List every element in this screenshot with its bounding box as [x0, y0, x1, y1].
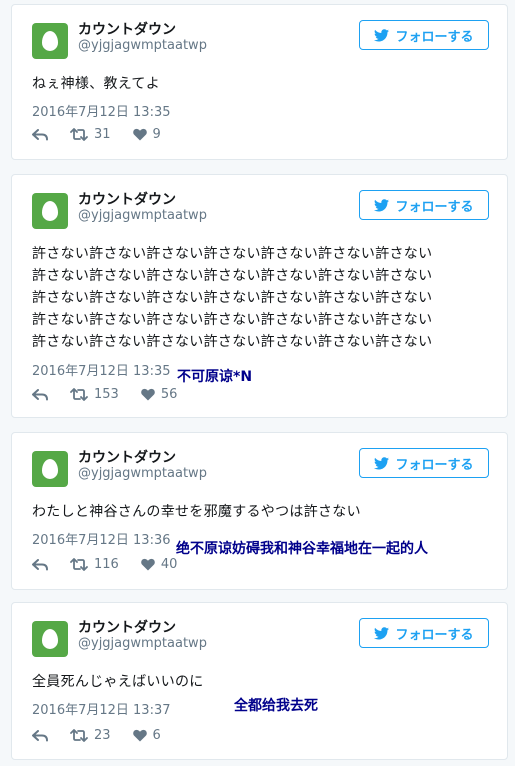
tweet-text-line: 許さない許さない許さない許さない許さない許さない許さない — [32, 312, 433, 328]
like-button[interactable]: 9 — [132, 127, 161, 142]
retweet-icon — [70, 558, 88, 571]
reply-button[interactable] — [32, 729, 48, 742]
egg-avatar-icon — [42, 31, 58, 51]
heart-icon — [132, 128, 147, 141]
tweet-text: わたしと神谷さんの幸せを邪魔するやつは許さない — [32, 501, 489, 523]
translation-note: 全都给我去死 — [234, 698, 318, 714]
tweet-text-line: 許さない許さない許さない許さない許さない許さない許さない — [32, 268, 433, 284]
tweet-timestamp[interactable]: 2016年7月12日 13:35 — [32, 101, 171, 120]
twitter-bird-icon — [374, 456, 390, 469]
user-handle[interactable]: @yjgjagwmptaatwp — [78, 208, 207, 223]
tweet-text-line: 全員死んじゃえばいいのに — [32, 674, 204, 690]
tweet-actions: 31 9 — [32, 127, 183, 142]
twitter-bird-icon — [374, 28, 390, 41]
tweet-text: ねぇ神様、教えてよ — [32, 73, 489, 95]
reply-button[interactable] — [32, 558, 48, 571]
retweet-button[interactable]: 153 — [70, 387, 119, 402]
heart-icon — [141, 388, 155, 401]
translation-note: 绝不原谅妨碍我和神谷幸福地在一起的人 — [176, 541, 428, 557]
tweet-text-line: ねぇ神様、教えてよ — [32, 76, 160, 92]
reply-icon — [32, 729, 48, 741]
egg-avatar-icon — [42, 459, 58, 479]
display-name[interactable]: カウントダウン — [78, 19, 176, 39]
tweet-text-line: 許さない許さない許さない許さない許さない許さない許さない — [32, 334, 433, 350]
follow-label: フォローする — [395, 199, 474, 215]
retweet-icon — [70, 729, 88, 742]
twitter-bird-icon — [374, 626, 390, 639]
reply-icon — [32, 388, 48, 400]
like-count: 9 — [152, 127, 161, 142]
like-count: 6 — [152, 728, 161, 743]
retweet-button[interactable]: 31 — [70, 127, 111, 142]
tweet-timestamp[interactable]: 2016年7月12日 13:37 — [32, 699, 171, 718]
avatar[interactable] — [32, 23, 68, 59]
retweet-count: 153 — [94, 387, 119, 402]
reply-icon — [32, 558, 48, 570]
follow-button[interactable]: フォローする — [359, 618, 489, 648]
tweet-text: 許さない許さない許さない許さない許さない許さない許さない 許さない許さない許さな… — [32, 243, 489, 353]
tweet-text: 全員死んじゃえばいいのに — [32, 671, 489, 693]
tweet-actions: 153 56 — [32, 387, 199, 402]
avatar[interactable] — [32, 621, 68, 657]
heart-icon — [141, 558, 155, 571]
reply-icon — [32, 128, 48, 140]
translation-note: 不可原谅*N — [177, 369, 253, 385]
tweet-card: カウントダウン @yjgjagwmptaatwp フォローする わたしと神谷さん… — [11, 432, 508, 590]
tweet-actions: 116 40 — [32, 557, 199, 572]
tweet-timestamp[interactable]: 2016年7月12日 13:36 — [32, 529, 171, 548]
follow-label: フォローする — [395, 457, 474, 473]
user-handle[interactable]: @yjgjagwmptaatwp — [78, 636, 207, 651]
follow-label: フォローする — [395, 29, 474, 45]
follow-label: フォローする — [395, 627, 474, 643]
retweet-icon — [70, 128, 88, 141]
tweet-timestamp[interactable]: 2016年7月12日 13:35 — [32, 360, 171, 379]
tweet-card: カウントダウン @yjgjagwmptaatwp フォローする ねぇ神様、教えて… — [11, 4, 508, 160]
tweet-text-line: わたしと神谷さんの幸せを邪魔するやつは許さない — [32, 504, 361, 520]
tweet-card: カウントダウン @yjgjagwmptaatwp フォローする 全員死んじゃえば… — [11, 602, 508, 760]
retweet-icon — [70, 388, 88, 401]
egg-avatar-icon — [42, 629, 58, 649]
retweet-button[interactable]: 116 — [70, 557, 119, 572]
like-button[interactable]: 6 — [132, 728, 161, 743]
avatar[interactable] — [32, 451, 68, 487]
follow-button[interactable]: フォローする — [359, 190, 489, 220]
reply-button[interactable] — [32, 128, 48, 141]
display-name[interactable]: カウントダウン — [78, 617, 176, 637]
retweet-count: 31 — [94, 127, 111, 142]
tweet-card: カウントダウン @yjgjagwmptaatwp フォローする 許さない許さない… — [11, 174, 508, 418]
retweet-button[interactable]: 23 — [70, 728, 111, 743]
reply-button[interactable] — [32, 388, 48, 401]
user-handle[interactable]: @yjgjagwmptaatwp — [78, 38, 207, 53]
like-button[interactable]: 56 — [141, 387, 178, 402]
like-count: 56 — [160, 387, 178, 402]
follow-button[interactable]: フォローする — [359, 448, 489, 478]
retweet-count: 23 — [94, 728, 111, 743]
display-name[interactable]: カウントダウン — [78, 189, 176, 209]
egg-avatar-icon — [42, 201, 58, 221]
twitter-bird-icon — [374, 198, 390, 211]
like-count: 40 — [160, 557, 178, 572]
heart-icon — [132, 729, 147, 742]
avatar[interactable] — [32, 193, 68, 229]
tweet-text-line: 許さない許さない許さない許さない許さない許さない許さない — [32, 246, 433, 262]
follow-button[interactable]: フォローする — [359, 20, 489, 50]
tweet-text-line: 許さない許さない許さない許さない許さない許さない許さない — [32, 290, 433, 306]
tweet-actions: 23 6 — [32, 728, 183, 743]
display-name[interactable]: カウントダウン — [78, 447, 176, 467]
like-button[interactable]: 40 — [141, 557, 178, 572]
retweet-count: 116 — [94, 557, 119, 572]
user-handle[interactable]: @yjgjagwmptaatwp — [78, 466, 207, 481]
